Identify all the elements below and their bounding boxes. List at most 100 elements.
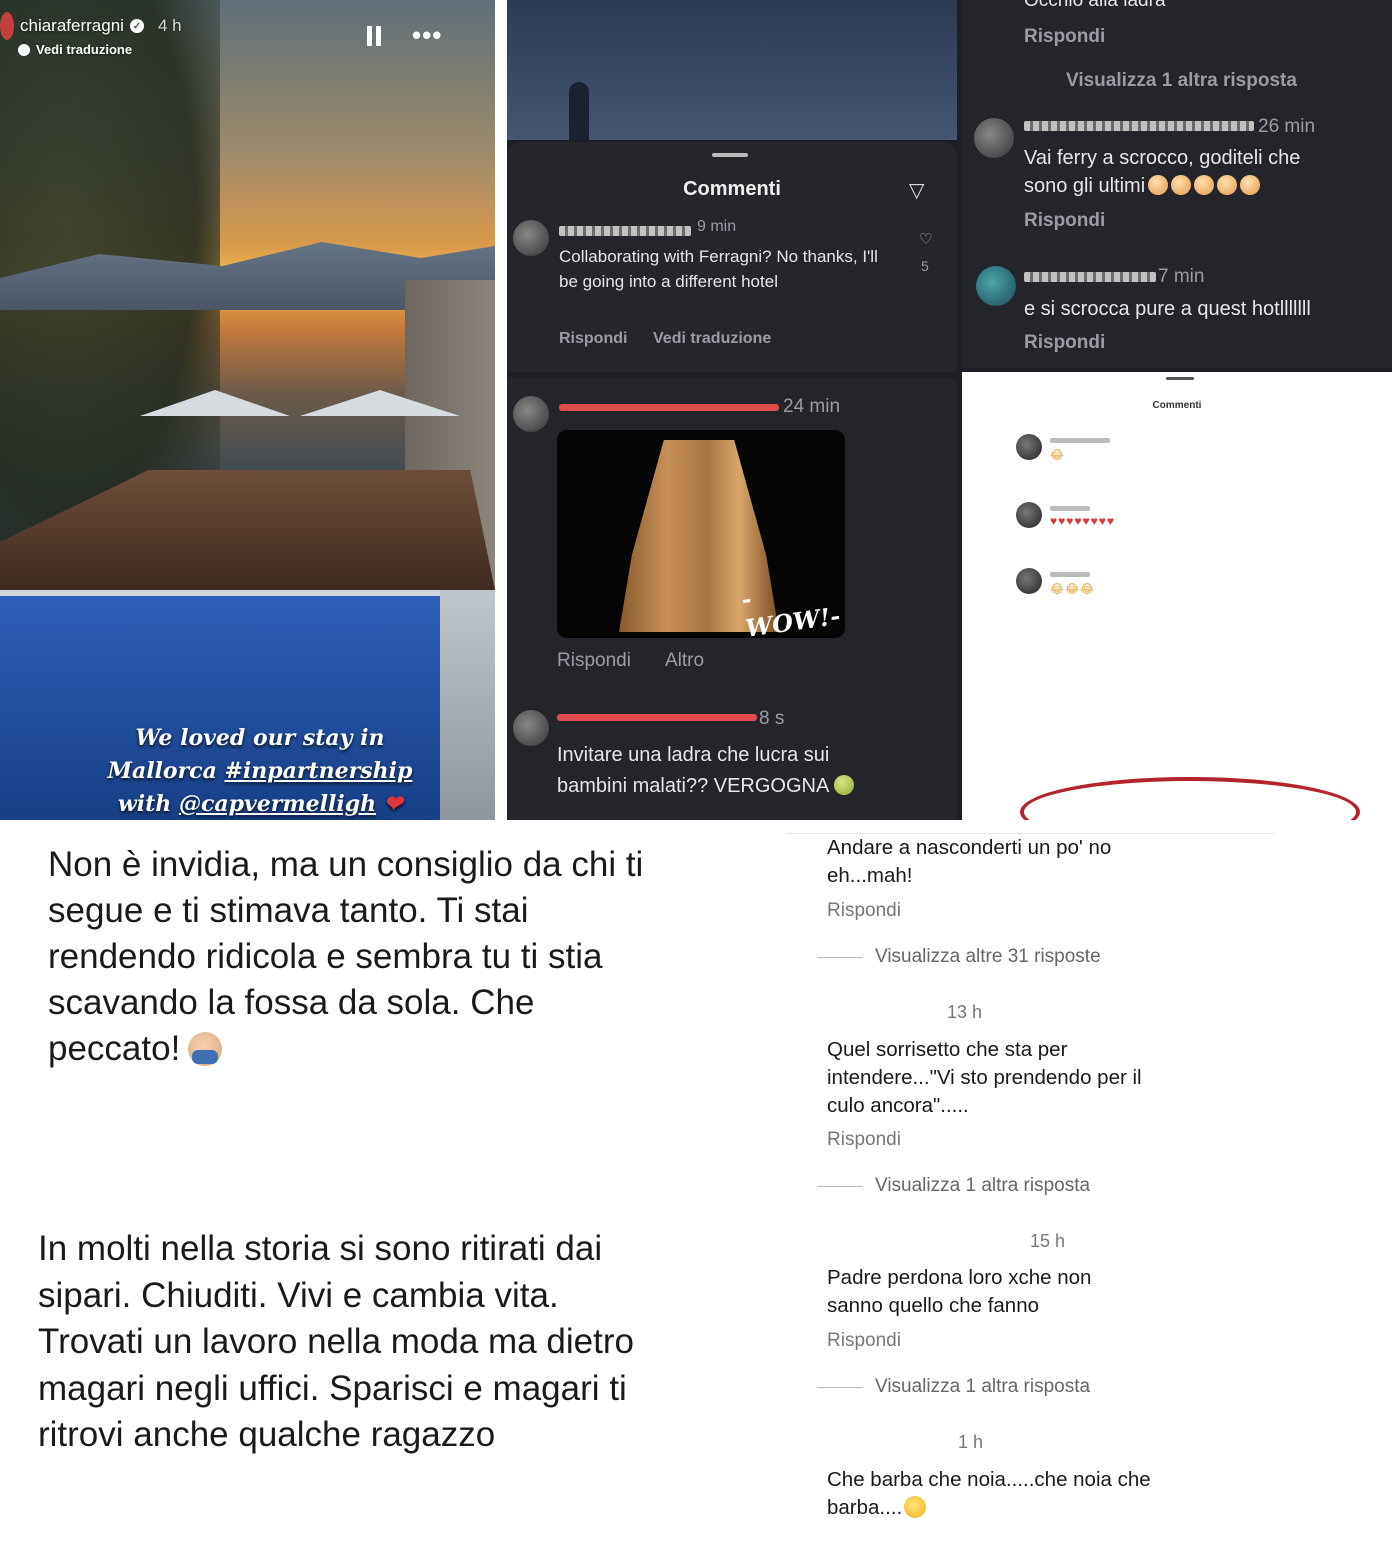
reply-button[interactable]: Rispondi xyxy=(827,900,901,922)
story-username[interactable]: chiaraferragni xyxy=(20,16,124,36)
other-button[interactable]: Altro xyxy=(665,650,704,672)
comment-text-line: eh...mah! xyxy=(827,864,913,887)
caption-line-2: Mallorca #inpartnership xyxy=(107,758,413,784)
avatar[interactable] xyxy=(1016,434,1042,460)
laughing-emoji-icon xyxy=(904,1496,927,1518)
verified-icon: ✓ xyxy=(129,19,144,33)
comment-text-line: sono gli ultimi xyxy=(1024,172,1261,200)
view-replies-link[interactable]: Visualizza altre 31 risposte xyxy=(875,946,1101,968)
translate-button[interactable]: Vedi traduzione xyxy=(653,330,771,348)
comments-title: Commenti xyxy=(683,178,781,200)
comment-text: e si scrocca pure a quest hotlllllll xyxy=(1024,298,1311,320)
emoji-reaction: 😂😂😂 xyxy=(1050,582,1096,596)
facebook-comments: Andare a nasconderti un po' no eh...mah!… xyxy=(786,826,1276,1559)
reply-thread-line xyxy=(817,1186,863,1187)
reply-button[interactable]: Rispondi xyxy=(559,330,627,348)
comments-screenshot-2: Occhio alla ladra Rispondi Visualizza 1 … xyxy=(962,0,1392,368)
comment-block-1-text: Non è invidia, ma un consiglio da chi ti… xyxy=(48,845,644,1068)
more-options-icon[interactable]: ••• xyxy=(412,20,442,51)
reply-button[interactable]: Rispondi xyxy=(827,1330,901,1352)
comment-time: 13 h xyxy=(947,1002,983,1022)
reply-button[interactable]: Rispondi xyxy=(557,650,631,672)
sick-emoji-icon xyxy=(833,775,854,795)
redacted-username xyxy=(559,404,779,411)
comment-text-line: Padre perdona loro xche non xyxy=(827,1266,1092,1289)
comment-text-line: barba.... xyxy=(827,1494,927,1522)
avatar[interactable] xyxy=(513,396,549,432)
comment-text-line: Vai ferry a scrocco, goditeli che xyxy=(1024,147,1301,169)
story-avatar[interactable] xyxy=(0,12,14,40)
hashtag-link[interactable]: #inpartnership xyxy=(225,758,413,784)
comments-screenshot-1: Commenti ▽ 9 min Collaborating with Ferr… xyxy=(507,0,957,372)
view-replies-link[interactable]: Visualizza 1 altra risposta xyxy=(1066,70,1297,92)
reply-button[interactable]: Rispondi xyxy=(827,1129,901,1151)
sheet-grab-handle[interactable] xyxy=(1166,377,1194,380)
collage-divider xyxy=(495,0,507,820)
avatar[interactable] xyxy=(976,266,1016,306)
redacted-username xyxy=(1024,272,1156,282)
comment-text-line: Che barba che noia.....che noia che xyxy=(827,1468,1151,1491)
translate-icon xyxy=(18,43,30,56)
reply-button[interactable]: Rispondi xyxy=(1024,332,1105,354)
caption-line-3: with @capvermelligh ❤ xyxy=(117,791,403,817)
comment-block-1: Non è invidia, ma un consiglio da chi ti… xyxy=(48,842,668,1072)
comment-time: 7 min xyxy=(1158,266,1205,287)
like-heart-icon[interactable]: ♡ xyxy=(919,230,932,248)
red-circle-highlight xyxy=(1020,777,1360,820)
avatar[interactable] xyxy=(974,118,1014,158)
comments-title: Commenti xyxy=(1152,400,1202,411)
comment-time: 15 h xyxy=(1030,1231,1066,1251)
story-pool-edge xyxy=(440,590,495,820)
story-caption: We loved our stay in Mallorca #inpartner… xyxy=(90,722,430,820)
reply-button[interactable]: Rispondi xyxy=(1024,210,1105,232)
comment-time: 9 min xyxy=(697,218,737,235)
view-replies-link[interactable]: Visualizza 1 altra risposta xyxy=(875,1175,1090,1197)
redacted-username xyxy=(1050,438,1110,443)
mention-link[interactable]: @capvermelligh xyxy=(179,791,376,817)
redacted-username xyxy=(1050,506,1090,511)
comment-time: 24 min xyxy=(783,396,841,417)
view-replies-link[interactable]: Visualizza 1 altra risposta xyxy=(875,1376,1090,1398)
avatar[interactable] xyxy=(513,220,549,256)
story-translate-link[interactable]: Vedi traduzione xyxy=(18,42,132,57)
like-count: 5 xyxy=(921,258,929,274)
comment-text: Occhio alla ladra xyxy=(1024,0,1166,11)
heart-icon: ❤ xyxy=(383,791,403,817)
emoji-icon xyxy=(1171,175,1192,195)
filter-icon[interactable]: ▽ xyxy=(909,178,924,203)
reply-button[interactable]: Rispondi xyxy=(1024,26,1105,48)
background-tree xyxy=(569,82,589,140)
redacted-username xyxy=(1024,121,1254,131)
emoji-reaction: 😂 xyxy=(1050,448,1066,462)
caption-line-1: We loved our stay in xyxy=(135,725,385,751)
avatar[interactable] xyxy=(1016,568,1042,594)
comment-text-line: Andare a nasconderti un po' no xyxy=(827,836,1112,859)
comment-text-line: Quel sorrisetto che sta per xyxy=(827,1038,1068,1061)
comment-block-2: In molti nella storia si sono ritirati d… xyxy=(38,1229,634,1454)
comments-sheet: Commenti ▽ 9 min Collaborating with Ferr… xyxy=(507,142,957,372)
emoji-reaction: ♥♥♥♥♥♥♥♥ xyxy=(1050,514,1115,528)
reply-thread-line xyxy=(817,1387,863,1388)
reply-thread-line xyxy=(817,957,863,958)
comments-screenshot-4: Commenti 😂 ♥♥♥♥♥♥♥♥ 😂😂😂 xyxy=(962,372,1392,820)
pause-icon[interactable] xyxy=(367,26,381,46)
avatar[interactable] xyxy=(513,710,549,746)
comment-text-line: sanno quello che fanno xyxy=(827,1294,1040,1317)
story-header: chiaraferragni ✓ 4 h xyxy=(0,12,182,40)
instagram-story[interactable]: chiaraferragni ✓ 4 h Vedi traduzione •••… xyxy=(0,0,495,820)
comment-time: 1 h xyxy=(958,1432,984,1452)
comment-text-line: Invitare una ladra che lucra sui xyxy=(557,744,830,766)
emoji-icon xyxy=(1240,175,1261,195)
comment-time: 8 s xyxy=(759,708,785,729)
avatar[interactable] xyxy=(1016,502,1042,528)
comments-screenshot-3: 24 min -WOW!- Rispondi Altro 8 s Invitar… xyxy=(507,378,957,820)
story-translate-label: Vedi traduzione xyxy=(36,42,133,57)
comment-text-line: bambini malati?? VERGOGNA xyxy=(557,771,854,802)
comment-text-line: culo ancora"..... xyxy=(827,1094,969,1117)
sheet-grab-handle[interactable] xyxy=(712,153,748,157)
redacted-username xyxy=(559,226,691,236)
redacted-username xyxy=(1050,572,1090,577)
screenshot-collage: chiaraferragni ✓ 4 h Vedi traduzione •••… xyxy=(0,0,1392,820)
redacted-username xyxy=(557,714,757,721)
comment-image[interactable]: -WOW!- xyxy=(557,430,845,638)
